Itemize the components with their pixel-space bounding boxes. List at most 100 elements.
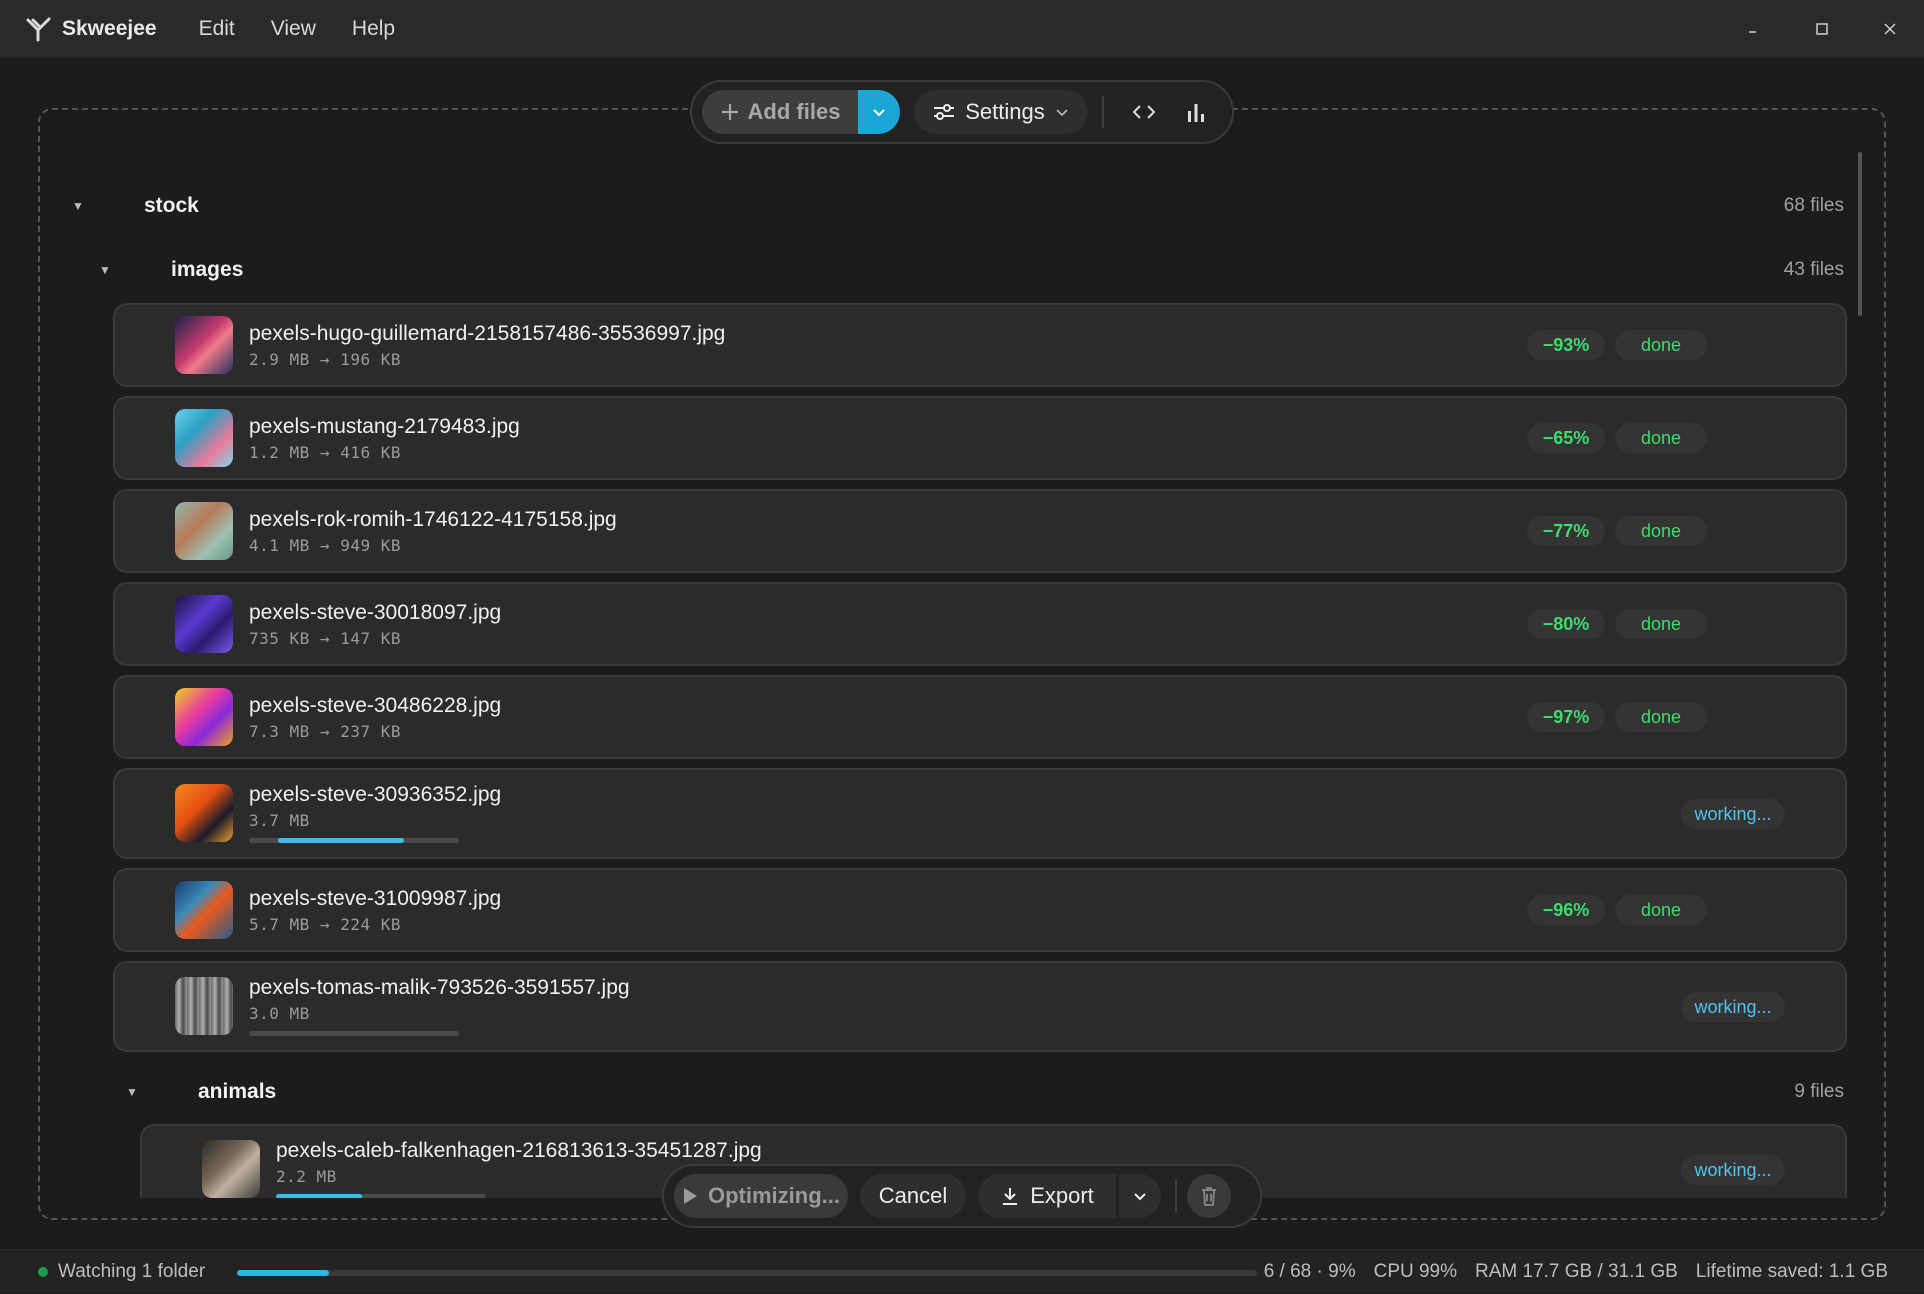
- export-dropdown-button[interactable]: [1119, 1174, 1161, 1218]
- file-row[interactable]: pexels-steve-30018097.jpg 735 KB → 147 K…: [113, 582, 1847, 666]
- file-thumbnail: [175, 784, 233, 842]
- code-icon: [1132, 105, 1156, 119]
- export-label: Export: [1030, 1183, 1094, 1208]
- lifetime-saved: Lifetime saved: 1.1 GB: [1695, 1261, 1888, 1282]
- action-bar-divider: [1175, 1180, 1177, 1212]
- watching-indicator-icon: [38, 1266, 48, 1277]
- minimize-button[interactable]: [1720, 0, 1788, 58]
- file-name: pexels-steve-30936352.jpg: [249, 783, 502, 806]
- file-row[interactable]: pexels-steve-31009987.jpg 5.7 MB → 224 K…: [113, 868, 1847, 952]
- chevron-down-icon: [1134, 1193, 1146, 1201]
- caret-down-icon[interactable]: ▼: [124, 1085, 140, 1099]
- savings-badge: −93%: [1527, 330, 1605, 360]
- savings-badge: −77%: [1527, 516, 1605, 546]
- file-row[interactable]: pexels-hugo-guillemard-2158157486-355369…: [113, 303, 1847, 387]
- file-progress-bar: [249, 1031, 459, 1036]
- overall-progress-bar: [237, 1270, 1257, 1276]
- caret-down-icon[interactable]: ▼: [70, 199, 86, 213]
- file-row[interactable]: pexels-steve-30936352.jpg 3.7 MB working…: [113, 768, 1847, 859]
- close-button[interactable]: [1856, 0, 1924, 58]
- cancel-label: Cancel: [878, 1183, 948, 1208]
- export-button[interactable]: Export: [978, 1174, 1116, 1218]
- file-size: 5.7 MB → 224 KB: [249, 915, 401, 934]
- file-progress-bar: [249, 838, 459, 843]
- savings-badge: −96%: [1527, 895, 1605, 925]
- folder-row-animals[interactable]: ▼ animals: [124, 1072, 1844, 1112]
- progress-count: 6 / 68 · 9%: [1263, 1261, 1356, 1282]
- file-progress-fill: [278, 838, 405, 843]
- file-name: pexels-caleb-falkenhagen-216813613-35451…: [276, 1139, 762, 1162]
- code-view-button[interactable]: [1118, 90, 1170, 134]
- plus-icon: [721, 104, 738, 120]
- menu-edit[interactable]: Edit: [181, 11, 253, 47]
- file-name: pexels-tomas-malik-793526-3591557.jpg: [249, 976, 630, 999]
- file-size: 2.9 MB → 196 KB: [249, 350, 401, 369]
- add-files-label: Add files: [747, 99, 841, 124]
- status-badge: working...: [1681, 1155, 1785, 1185]
- status-badge: working...: [1681, 799, 1785, 829]
- file-row[interactable]: pexels-rok-romih-1746122-4175158.jpg 4.1…: [113, 489, 1847, 573]
- status-badge: done: [1615, 330, 1707, 360]
- action-bar: Optimizing... Cancel Export: [662, 1164, 1262, 1228]
- file-row[interactable]: pexels-mustang-2179483.jpg 1.2 MB → 416 …: [113, 396, 1847, 480]
- folder-count: 9 files: [1794, 1081, 1844, 1102]
- bar-chart-icon: [1188, 104, 1204, 122]
- trash-icon: [1202, 1187, 1216, 1206]
- title-bar: Skweejee Edit View Help: [0, 0, 1924, 58]
- file-name: pexels-steve-30486228.jpg: [249, 694, 502, 717]
- status-badge: done: [1615, 423, 1707, 453]
- maximize-button[interactable]: [1788, 0, 1856, 58]
- folder-name: images: [171, 258, 244, 281]
- menu-help[interactable]: Help: [334, 11, 413, 47]
- maximize-icon: [1816, 23, 1828, 35]
- folder-row-images[interactable]: ▼ images: [97, 250, 1847, 290]
- ram-usage: RAM 17.7 GB / 31.1 GB: [1475, 1261, 1678, 1282]
- settings-button[interactable]: Settings: [914, 90, 1088, 134]
- add-files-dropdown-button[interactable]: [858, 90, 900, 134]
- app-name: Skweejee: [62, 16, 157, 40]
- status-badge: done: [1615, 895, 1707, 925]
- status-badge: done: [1615, 516, 1707, 546]
- status-bar: Watching 1 folder 6 / 68 · 9% CPU 99% RA…: [0, 1249, 1924, 1293]
- file-size: 7.3 MB → 237 KB: [249, 722, 401, 741]
- cancel-button[interactable]: Cancel: [860, 1174, 966, 1218]
- file-name: pexels-mustang-2179483.jpg: [249, 415, 520, 438]
- settings-label: Settings: [965, 99, 1045, 124]
- folder-count: 43 files: [1783, 259, 1844, 280]
- file-row[interactable]: pexels-tomas-malik-793526-3591557.jpg 3.…: [113, 961, 1847, 1052]
- file-size: 1.2 MB → 416 KB: [249, 443, 401, 462]
- folder-row-stock[interactable]: ▼ stock: [70, 186, 1850, 226]
- file-size: 3.0 MB: [249, 1004, 310, 1023]
- clear-button[interactable]: [1187, 1174, 1231, 1218]
- savings-badge: −65%: [1527, 423, 1605, 453]
- status-badge: done: [1615, 609, 1707, 639]
- folder-name: animals: [198, 1080, 277, 1103]
- chevron-down-icon: [873, 109, 885, 117]
- file-thumbnail: [202, 1140, 260, 1198]
- file-thumbnail: [175, 977, 233, 1035]
- file-thumbnail: [175, 595, 233, 653]
- close-icon: [1884, 23, 1896, 35]
- download-icon: [1003, 1188, 1018, 1205]
- menu-view[interactable]: View: [253, 11, 334, 47]
- status-badge: done: [1615, 702, 1707, 732]
- play-icon: [684, 1188, 697, 1204]
- file-progress-bar: [276, 1194, 486, 1198]
- cpu-usage: CPU 99%: [1373, 1261, 1458, 1282]
- file-row[interactable]: pexels-steve-30486228.jpg 7.3 MB → 237 K…: [113, 675, 1847, 759]
- optimize-button[interactable]: Optimizing...: [674, 1174, 848, 1218]
- savings-badge: −80%: [1527, 609, 1605, 639]
- chevron-down-icon: [1056, 109, 1068, 117]
- stats-button[interactable]: [1170, 90, 1222, 134]
- optimize-label: Optimizing...: [708, 1183, 840, 1208]
- file-name: pexels-hugo-guillemard-2158157486-355369…: [249, 322, 726, 345]
- status-badge: working...: [1681, 992, 1785, 1022]
- file-progress-fill: [276, 1194, 363, 1198]
- caret-down-icon[interactable]: ▼: [97, 263, 113, 277]
- add-files-button[interactable]: Add files: [702, 90, 858, 134]
- scrollbar[interactable]: [1858, 152, 1862, 316]
- savings-badge: −97%: [1527, 702, 1605, 732]
- file-thumbnail: [175, 881, 233, 939]
- watching-status: Watching 1 folder: [58, 1260, 206, 1282]
- file-size: 735 KB → 147 KB: [249, 629, 401, 648]
